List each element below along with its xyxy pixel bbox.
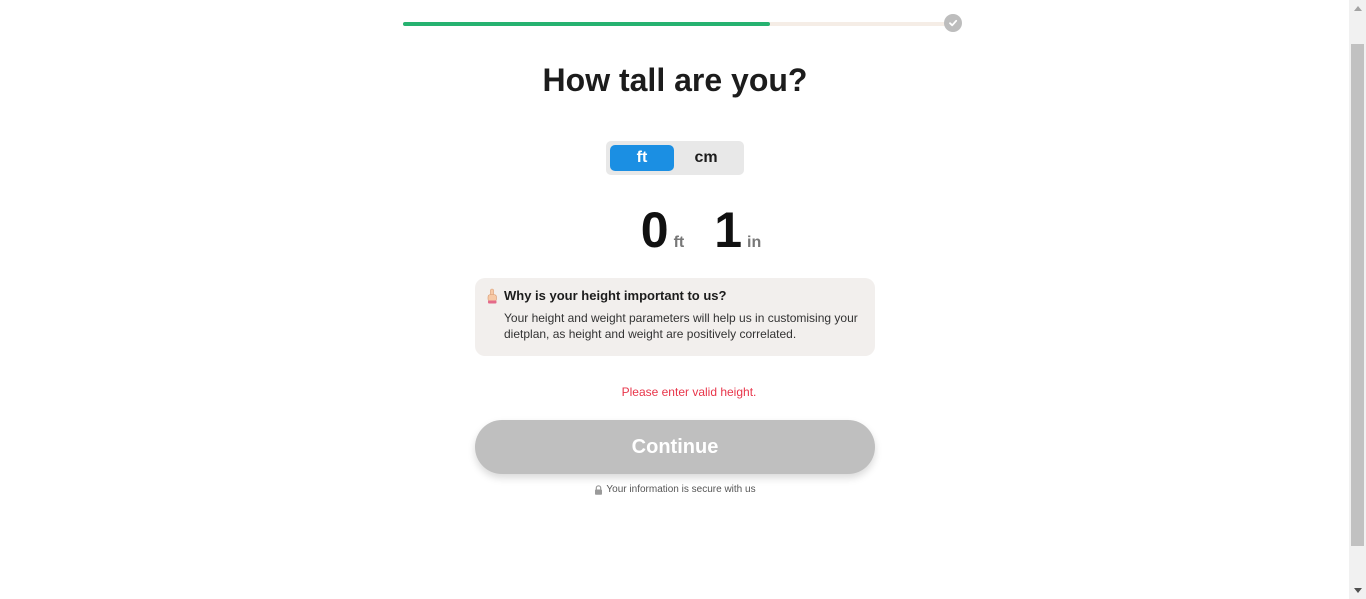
pointing-finger-icon — [485, 288, 499, 304]
secure-note: Your information is secure with us — [0, 484, 1350, 495]
validation-error: Please enter valid height. — [621, 385, 757, 399]
scroll-up-arrow-icon[interactable] — [1349, 0, 1366, 17]
unit-toggle: ft cm — [606, 141, 744, 175]
height-question-page: How tall are you? ft cm 0 ft 1 in Why is… — [0, 0, 1366, 599]
info-title: Why is your height important to us? — [504, 288, 727, 303]
progress-bar — [403, 22, 951, 26]
scroll-down-arrow-icon[interactable] — [1349, 582, 1366, 599]
info-box: Why is your height important to us? Your… — [475, 278, 875, 356]
scrollbar-thumb[interactable] — [1351, 44, 1364, 546]
check-icon — [944, 14, 962, 32]
height-value-display[interactable]: 0 ft 1 in — [0, 200, 1366, 260]
inches-unit-label: in — [747, 234, 762, 251]
continue-button[interactable]: Continue — [475, 420, 875, 474]
page-scrollbar[interactable] — [1349, 0, 1366, 599]
feet-value[interactable]: 0 — [641, 200, 669, 260]
unit-option-cm[interactable]: cm — [674, 145, 738, 171]
inches-value[interactable]: 1 — [714, 200, 742, 260]
secure-note-text: Your information is secure with us — [606, 484, 756, 495]
progress-fill — [403, 22, 771, 26]
unit-option-ft[interactable]: ft — [610, 145, 674, 171]
page-title: How tall are you? — [542, 62, 808, 98]
info-body: Your height and weight parameters will h… — [504, 311, 858, 341]
lock-icon — [594, 484, 603, 495]
feet-unit-label: ft — [673, 234, 685, 251]
